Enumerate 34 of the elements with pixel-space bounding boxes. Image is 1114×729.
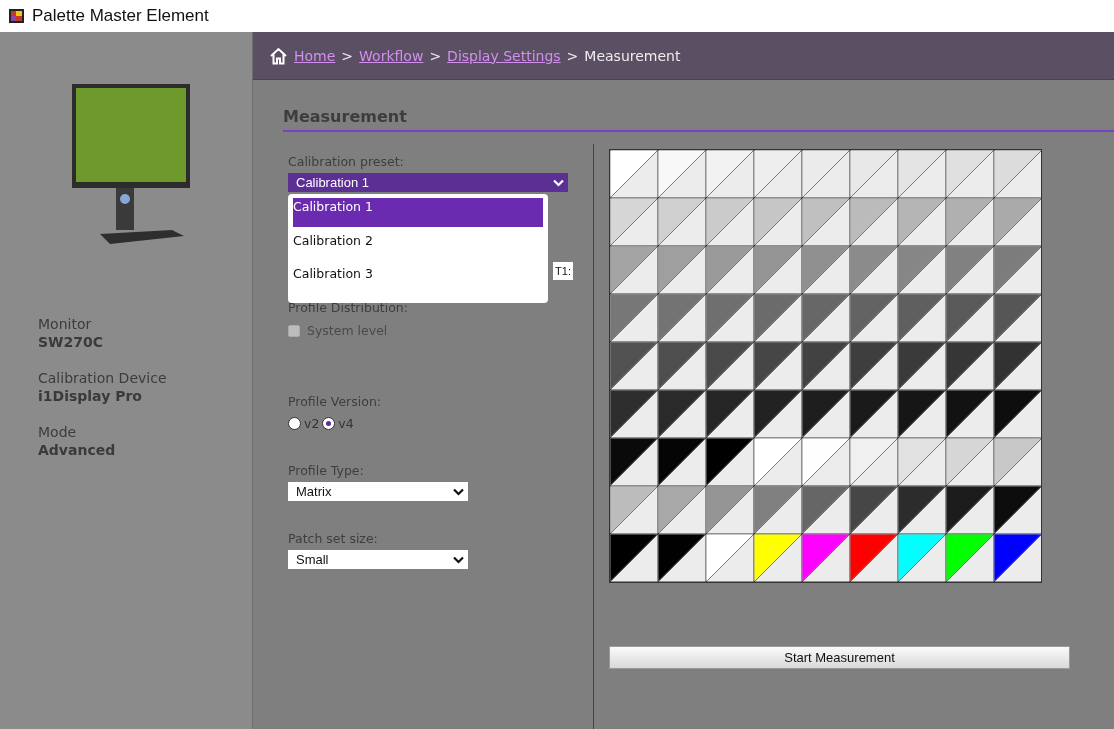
chevron-down-icon [453, 555, 464, 564]
field-label: Profile Distribution: [288, 300, 409, 315]
radio-label: v4 [338, 416, 354, 431]
breadcrumb-separator: > [341, 47, 354, 64]
info-label: Mode [38, 424, 78, 440]
info-value: SW270C [38, 334, 105, 350]
start-measurement-button[interactable]: Start Measurement [609, 646, 1070, 669]
patch-size-dropdown[interactable]: Small [288, 550, 468, 569]
input-field[interactable]: T1: [553, 262, 573, 280]
breadcrumb-separator: > [429, 47, 442, 64]
info-label: Monitor [38, 316, 93, 332]
section-heading: Measurement [283, 107, 1114, 132]
info-value: i1Display Pro [38, 388, 143, 404]
radio-label: v2 [304, 416, 320, 431]
field-label: Patch set size: [288, 531, 379, 546]
field-label: Calibration preset: [288, 154, 405, 169]
radio-button[interactable] [288, 417, 301, 430]
dropdown-option[interactable]: Calibration 1 [293, 198, 543, 227]
preset-dropdown[interactable]: Calibration 1 [288, 173, 568, 192]
field-label: Profile Version: [288, 394, 383, 409]
app-icon [9, 9, 24, 23]
breadcrumb-current: Measurement [584, 47, 681, 64]
radio-button[interactable] [322, 417, 336, 430]
chevron-down-icon [553, 178, 564, 187]
profile-type-dropdown[interactable]: Matrix [288, 482, 468, 501]
chevron-down-icon [453, 487, 464, 496]
dropdown-option[interactable]: Calibration 3 [293, 265, 543, 299]
info-label: Calibration Device [38, 370, 168, 386]
field-label: Profile Type: [288, 463, 365, 478]
info-value: Advanced [38, 442, 117, 458]
breadcrumb-separator: > [566, 47, 579, 64]
window-title: Palette Master Element [32, 6, 209, 26]
home-icon[interactable] [269, 46, 288, 65]
dropdown-option[interactable]: Calibration 2 [293, 231, 543, 266]
